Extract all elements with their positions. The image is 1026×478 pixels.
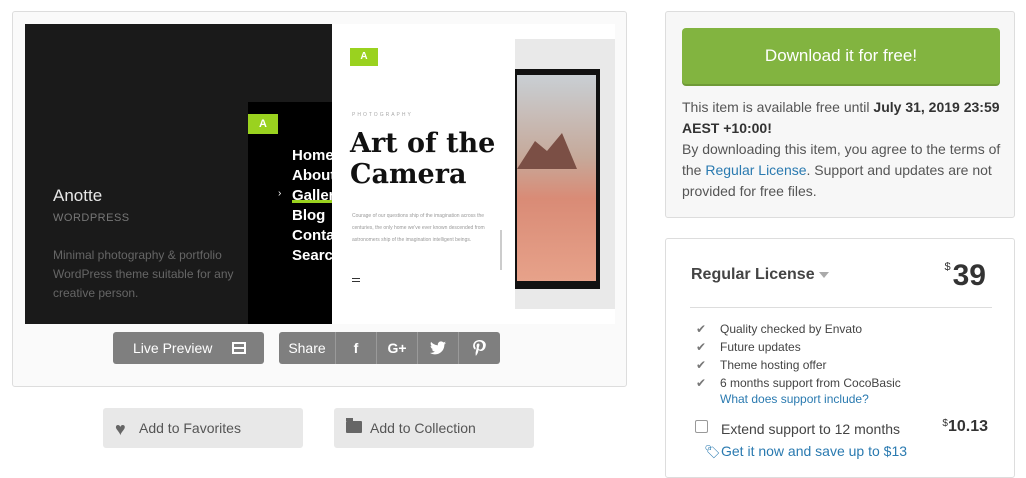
preview-photo	[515, 39, 615, 309]
add-to-collection-button[interactable]: Add to Collection	[334, 408, 534, 448]
theme-name: Anotte	[53, 186, 103, 205]
download-free-button[interactable]: Download it for free!	[682, 28, 1000, 84]
license-features-list: ✔ Quality checked by Envato ✔ Future updat…	[696, 320, 901, 392]
theme-logo-icon: A	[248, 114, 278, 134]
feature-item: ✔ Future updates	[696, 338, 901, 356]
extend-support-price: $10.13	[942, 418, 988, 436]
item-preview-panel: Anotte WORDPRESS Minimal photography & p…	[12, 11, 627, 387]
pinterest-icon[interactable]	[459, 332, 500, 364]
divider	[690, 307, 992, 308]
heart-icon: ♥	[115, 419, 126, 439]
preview-dark-panel: Anotte WORDPRESS Minimal photography & p…	[25, 24, 348, 324]
feature-label: Quality checked by Envato	[720, 322, 863, 336]
add-to-collection-label: Add to Collection	[370, 420, 476, 436]
chevron-down-icon	[818, 271, 829, 278]
add-to-favorites-label: Add to Favorites	[139, 420, 241, 436]
feature-item: ✔ Quality checked by Envato	[696, 320, 901, 338]
currency-symbol: $	[944, 261, 951, 273]
regular-license-link[interactable]: Regular License	[705, 162, 806, 178]
twitter-icon[interactable]	[418, 332, 459, 364]
preview-body-text: Courage of our questions ship of the ima…	[352, 213, 485, 243]
save-offer-link[interactable]: 🏷 Get it now and save up to $13	[704, 443, 908, 459]
feature-label: 6 months support from CocoBasic	[720, 376, 901, 390]
facebook-icon[interactable]: f	[336, 332, 377, 364]
extend-price-value: 10.13	[947, 418, 988, 435]
feature-item: ✔ Theme hosting offer	[696, 356, 901, 374]
free-download-notice: This item is available free until July 3…	[682, 97, 1004, 202]
check-icon: ✔	[696, 376, 707, 390]
extend-support-checkbox[interactable]	[695, 420, 708, 433]
live-preview-button[interactable]: Live Preview	[113, 332, 264, 364]
preview-kicker: PHOTOGRAPHY	[352, 112, 413, 118]
preview-menu: A › Home About Gallery Blog Contact Sear…	[248, 102, 348, 324]
theme-category: WORDPRESS	[53, 212, 130, 224]
notice-text: This item is available free until	[682, 99, 874, 115]
save-offer-label: Get it now and save up to $13	[721, 443, 908, 459]
share-label: Share	[279, 332, 336, 364]
price-value: 39	[952, 259, 986, 292]
check-icon: ✔	[696, 340, 707, 354]
license-type-dropdown[interactable]: Regular License	[691, 266, 829, 284]
share-button-group: Share f G+	[279, 332, 500, 364]
live-preview-label: Live Preview	[133, 340, 213, 356]
folder-icon	[346, 418, 362, 433]
theme-description: Minimal photography & portfolio WordPres…	[53, 248, 234, 300]
check-icon: ✔	[696, 358, 707, 372]
support-info-link[interactable]: What does support include?	[720, 392, 869, 406]
desert-artwork	[517, 75, 596, 281]
check-icon: ✔	[696, 322, 707, 336]
license-panel: Regular License $39 ✔ Quality checked by …	[665, 238, 1015, 478]
theme-preview-image[interactable]: Anotte WORDPRESS Minimal photography & p…	[25, 24, 615, 324]
feature-label: Theme hosting offer	[720, 358, 827, 372]
menu-active-underline	[292, 200, 332, 203]
theme-logo-icon: A	[350, 48, 378, 66]
feature-item: ✔ 6 months support from CocoBasic	[696, 374, 901, 392]
free-download-panel: Download it for free! This item is avail…	[665, 11, 1015, 218]
browser-window-icon	[232, 342, 246, 354]
hamburger-icon	[352, 278, 360, 282]
license-type-label: Regular License	[691, 266, 815, 283]
preview-scroll-indicator	[500, 230, 502, 270]
feature-label: Future updates	[720, 340, 801, 354]
license-price: $39	[945, 259, 987, 293]
chevron-right-icon: ›	[278, 188, 282, 199]
add-to-favorites-button[interactable]: ♥ Add to Favorites	[103, 408, 303, 448]
tag-icon: 🏷	[704, 444, 721, 459]
google-plus-icon[interactable]: G+	[377, 332, 418, 364]
extend-support-label[interactable]: Extend support to 12 months	[721, 421, 900, 437]
